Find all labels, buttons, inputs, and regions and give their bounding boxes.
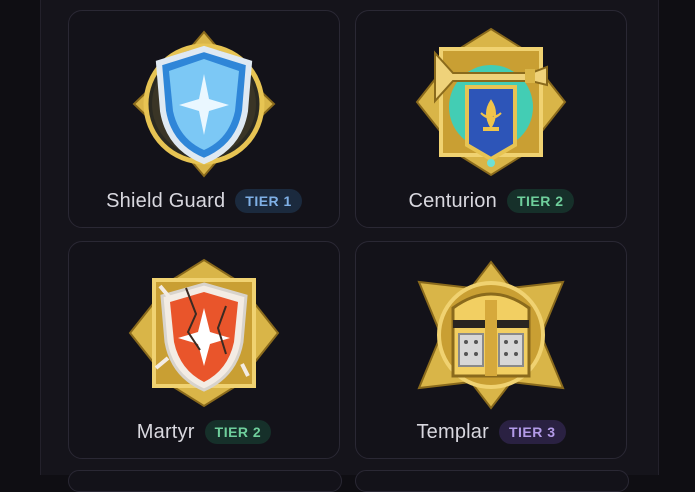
badge-card-partial[interactable] (355, 470, 629, 492)
cracked-shield-icon (126, 258, 282, 413)
trumpet-banner-icon (413, 27, 569, 182)
badge-name: Martyr (136, 420, 195, 443)
knight-helmet-icon (413, 260, 569, 415)
badge-card-shield-guard[interactable]: Shield Guard TIER 1 (68, 10, 340, 228)
badge-name: Centurion (408, 189, 497, 212)
shield-icon (129, 29, 279, 184)
badge-name: Templar (416, 420, 489, 443)
badge-name: Shield Guard (106, 189, 226, 212)
badge-card-martyr[interactable]: Martyr TIER 2 (68, 241, 340, 459)
badge-card-partial[interactable] (68, 470, 342, 492)
tier-badge: TIER 2 (204, 420, 272, 444)
badge-card-centurion[interactable]: Centurion TIER 2 (355, 10, 627, 228)
tier-badge: TIER 3 (498, 420, 566, 444)
tier-badge: TIER 2 (506, 189, 574, 213)
badge-card-templar[interactable]: Templar TIER 3 (355, 241, 627, 459)
tier-badge: TIER 1 (235, 189, 302, 213)
